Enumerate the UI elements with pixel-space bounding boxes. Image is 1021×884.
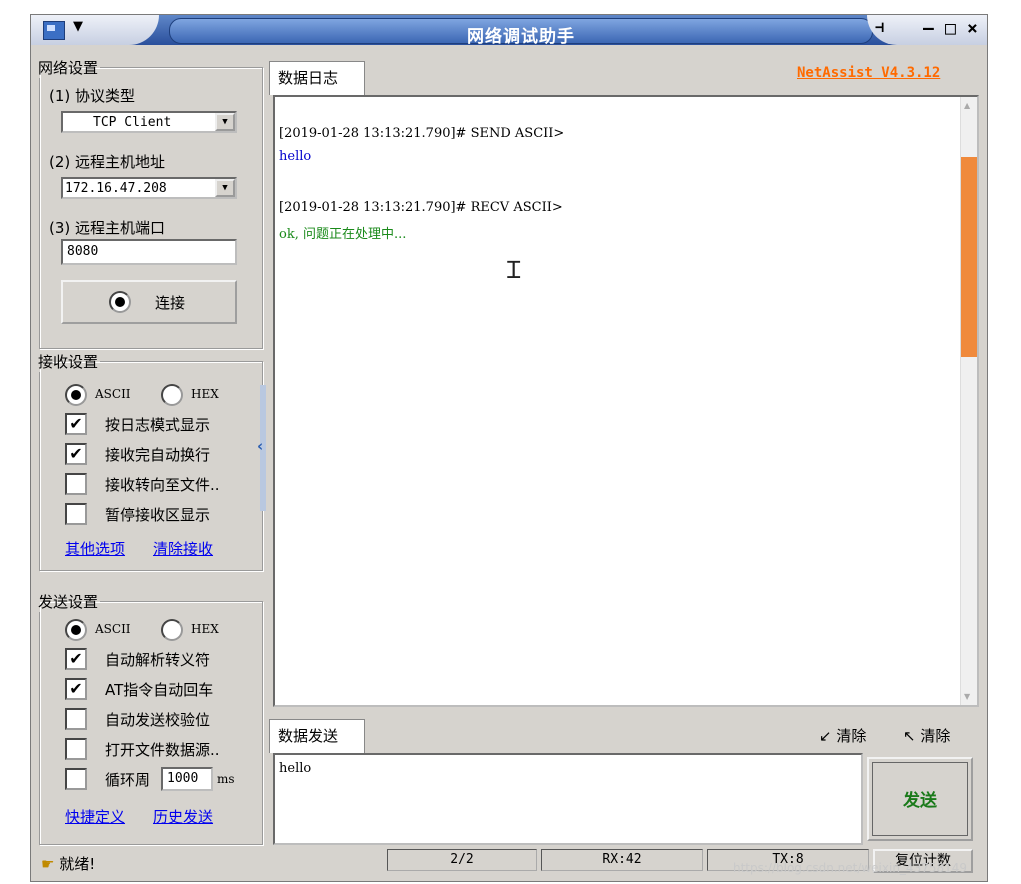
clear-send-1-label: 清除	[836, 727, 867, 745]
recv-ascii-radio[interactable]	[65, 384, 87, 406]
recv-option-2-label: 接收转向至文件..	[105, 476, 220, 494]
host-label: (2) 远程主机地址	[49, 153, 166, 171]
clear-up-icon: ↖	[903, 727, 916, 745]
recv-option-1-label: 接收完自动换行	[105, 446, 211, 464]
recv-hex-label: HEX	[191, 387, 219, 401]
collapse-left-icon[interactable]: ‹	[257, 437, 263, 455]
port-input[interactable]: 8080	[61, 239, 237, 265]
receive-settings-legend: 接收设置	[38, 353, 99, 371]
other-options-link[interactable]: 其他选项	[65, 538, 125, 559]
host-value: 172.16.47.208	[65, 181, 167, 196]
log-line-recv-header: [2019-01-28 13:13:21.790]# RECV ASCII>	[279, 200, 563, 215]
send-option-3-label: 打开文件数据源..	[105, 741, 220, 759]
system-menu[interactable]: ▼	[31, 15, 159, 45]
log-line-send-data: hello	[279, 149, 312, 164]
maximize-button[interactable]: □	[945, 18, 956, 39]
protocol-label: (1) 协议类型	[49, 87, 136, 105]
clear-send-2[interactable]: ↖ 清除	[903, 725, 950, 746]
clear-send-1[interactable]: ↙ 清除	[819, 725, 866, 746]
send-input-text: hello	[279, 761, 312, 776]
scroll-down-icon[interactable]: ▼	[964, 692, 970, 701]
loop-send-checkbox[interactable]	[65, 768, 87, 790]
scroll-up-icon[interactable]: ▲	[964, 101, 970, 110]
text-cursor-icon: Ɪ	[507, 256, 521, 284]
send-ascii-label: ASCII	[95, 622, 131, 636]
app-window: ▼ 网络调试助手 ⊣ – □ × 网络设置 (1) 协议类型 TCP Clien…	[30, 14, 988, 882]
connect-label: 连接	[155, 294, 186, 312]
title-buttons: ⊣ – □ ×	[867, 15, 987, 45]
send-option-1-checkbox[interactable]: ✔	[65, 678, 87, 700]
tab-data-send[interactable]: 数据发送	[269, 719, 365, 753]
status-count: 2/2	[387, 849, 537, 871]
send-option-0-checkbox[interactable]: ✔	[65, 648, 87, 670]
title-pill: 网络调试助手	[169, 18, 873, 47]
send-option-3-checkbox[interactable]	[65, 738, 87, 760]
app-icon	[43, 21, 65, 40]
connection-status-icon	[109, 291, 131, 313]
clear-send-2-label: 清除	[920, 727, 951, 745]
shortcut-definition-link[interactable]: 快捷定义	[65, 806, 125, 827]
send-ascii-radio[interactable]	[65, 619, 87, 641]
version-link[interactable]: NetAssist V4.3.12	[797, 65, 940, 81]
send-option-0-label: 自动解析转义符	[105, 651, 211, 669]
send-hex-radio[interactable]	[161, 619, 183, 641]
history-send-link[interactable]: 历史发送	[153, 806, 213, 827]
connect-button[interactable]: 连接	[61, 280, 237, 324]
clear-down-icon: ↙	[819, 727, 832, 745]
recv-option-3-label: 暂停接收区显示	[105, 506, 211, 524]
close-button[interactable]: ×	[967, 18, 978, 39]
status-ready: ☛ 就绪!	[41, 853, 95, 874]
pointing-hand-icon: ☛	[41, 855, 55, 873]
clear-receive-link[interactable]: 清除接收	[153, 538, 213, 559]
host-select[interactable]: 172.16.47.208 ▼	[61, 177, 237, 199]
send-settings-legend: 发送设置	[38, 593, 99, 611]
port-label: (3) 远程主机端口	[49, 219, 166, 237]
protocol-select[interactable]: TCP Client ▼	[61, 111, 237, 133]
system-menu-arrow-icon[interactable]: ▼	[73, 19, 83, 34]
send-button-label: 发送	[903, 791, 937, 811]
chevron-down-icon[interactable]: ▼	[215, 179, 235, 197]
recv-option-2-checkbox[interactable]	[65, 473, 87, 495]
send-button[interactable]: 发送	[867, 757, 973, 841]
send-option-2-checkbox[interactable]	[65, 708, 87, 730]
send-input[interactable]: hello	[273, 753, 863, 845]
loop-label: 循环周	[105, 771, 151, 789]
recv-option-0-checkbox[interactable]: ✔	[65, 413, 87, 435]
tab-data-log[interactable]: 数据日志	[269, 61, 365, 95]
watermark-text: https://blog.csdn.net/weixin_43758149	[733, 861, 968, 875]
status-rx: RX:42	[541, 849, 703, 871]
send-hex-label: HEX	[191, 622, 219, 636]
log-scrollbar[interactable]: ▲ ▼	[960, 97, 977, 705]
protocol-value: TCP Client	[93, 115, 172, 130]
status-ready-label: 就绪!	[59, 855, 96, 873]
recv-option-3-checkbox[interactable]	[65, 503, 87, 525]
recv-option-0-label: 按日志模式显示	[105, 416, 211, 434]
pin-icon[interactable]: ⊣	[875, 18, 884, 36]
loop-interval-input[interactable]: 1000	[161, 767, 213, 791]
title-bar: ▼ 网络调试助手 ⊣ – □ ×	[31, 15, 987, 47]
log-scroll-thumb[interactable]	[961, 157, 977, 357]
log-line-recv-data: ok, 问题正在处理中...	[279, 227, 407, 242]
recv-hex-radio[interactable]	[161, 384, 183, 406]
data-log-pane[interactable]: [2019-01-28 13:13:21.790]# SEND ASCII> h…	[273, 95, 979, 707]
log-line-send-header: [2019-01-28 13:13:21.790]# SEND ASCII>	[279, 126, 565, 141]
network-settings-legend: 网络设置	[38, 59, 99, 77]
loop-unit: ms	[217, 772, 235, 786]
window-title: 网络调试助手	[467, 27, 575, 47]
send-option-2-label: 自动发送校验位	[105, 711, 211, 729]
recv-ascii-label: ASCII	[95, 387, 131, 401]
send-option-1-label: AT指令自动回车	[105, 681, 214, 699]
minimize-button[interactable]: –	[923, 18, 934, 39]
recv-option-1-checkbox[interactable]: ✔	[65, 443, 87, 465]
chevron-down-icon[interactable]: ▼	[215, 113, 235, 131]
